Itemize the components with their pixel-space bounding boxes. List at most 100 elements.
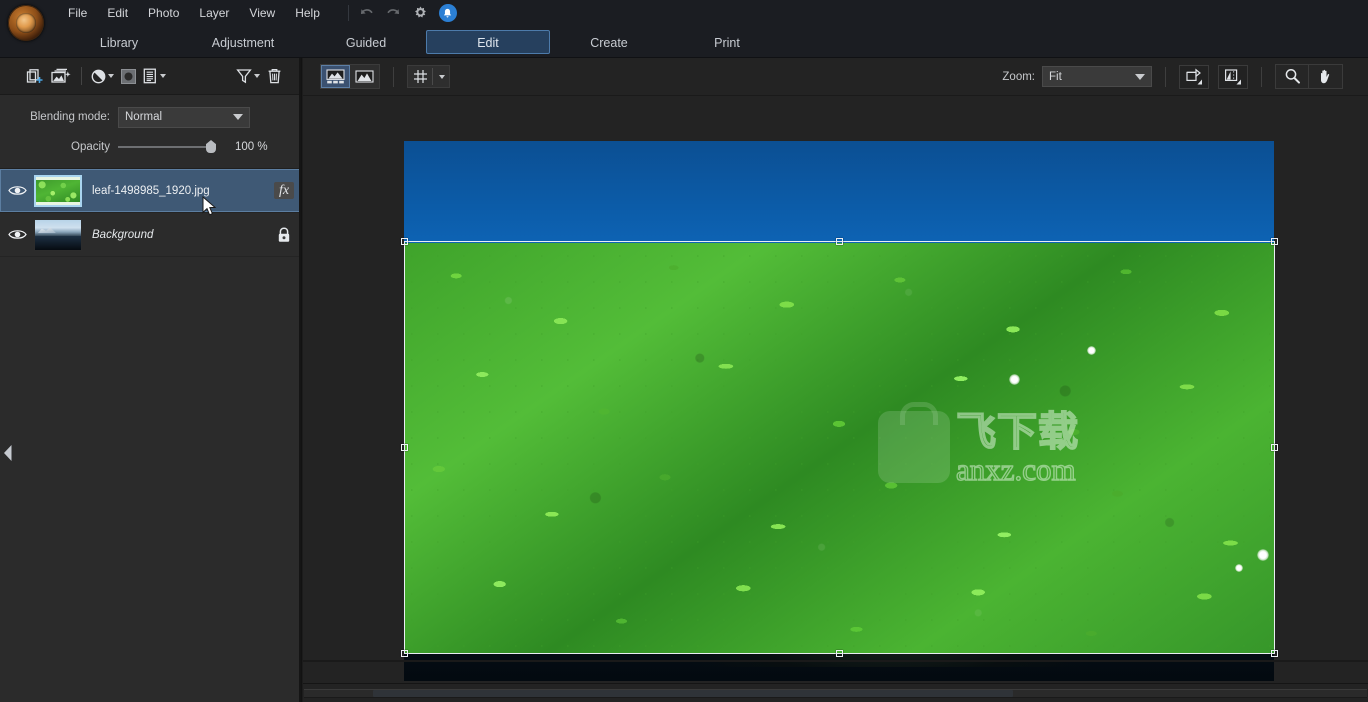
logo-hand-glyph-icon <box>18 15 31 28</box>
chevron-down-icon <box>107 74 114 78</box>
blending-mode-select[interactable]: Normal <box>118 106 250 128</box>
opacity-slider[interactable] <box>118 140 216 153</box>
layer-mask-icon[interactable] <box>115 64 141 88</box>
leaf-texture-overlay <box>404 242 1274 655</box>
layer-name-background: Background <box>92 228 154 241</box>
opacity-value: 100 % <box>235 141 268 153</box>
rotate-glyph-icon <box>1186 68 1202 85</box>
tab-create[interactable]: Create <box>550 30 668 54</box>
hand-pan-icon[interactable] <box>1309 65 1342 88</box>
chevron-down-icon <box>1135 73 1145 80</box>
layer-row-leaf[interactable]: leaf-1498985_1920.jpg fx <box>0 169 301 213</box>
view-mode-group <box>320 64 380 89</box>
delete-layer-icon[interactable] <box>261 64 287 88</box>
menu-bar: File Edit Photo Layer View Help <box>0 0 1368 26</box>
tab-edit[interactable]: Edit <box>426 29 550 54</box>
chevron-down-icon <box>439 74 445 79</box>
scrollbar-thumb[interactable] <box>373 690 1013 697</box>
zoom-value: Fit <box>1049 70 1062 83</box>
module-tabs: Library Adjustment Guided Edit Create Pr… <box>58 29 786 54</box>
panel-right-divider <box>299 58 301 702</box>
canvas-toolbar: Zoom: Fit <box>303 58 1368 96</box>
tab-guided[interactable]: Guided <box>306 30 426 54</box>
toolbar-divider-2 <box>393 66 394 87</box>
add-layer-icon[interactable] <box>22 64 48 88</box>
navigation-tool-group <box>1275 64 1343 89</box>
menu-items: File Edit Photo Layer View Help <box>58 0 330 26</box>
blending-mode-value: Normal <box>125 111 163 123</box>
layer-row-background[interactable]: Background <box>0 213 301 257</box>
photo-layer-glyph-icon <box>51 68 71 83</box>
opacity-slider-handle[interactable] <box>206 140 216 153</box>
toolbar-divider-3 <box>1165 66 1166 87</box>
tab-print[interactable]: Print <box>668 30 786 54</box>
adjustment-layer-icon[interactable] <box>89 64 115 88</box>
notification-bell-icon[interactable] <box>438 4 457 22</box>
photodirector-window: File Edit Photo Layer View Help Library … <box>0 0 1368 702</box>
module-tab-bar: Library Adjustment Guided Edit Create Pr… <box>0 26 1368 58</box>
eye-glyph-icon <box>7 186 27 195</box>
single-view-glyph-icon <box>355 70 374 83</box>
bell-glyph-icon <box>444 8 452 18</box>
layer-options-icon[interactable] <box>141 64 167 88</box>
white-flower-4 <box>1234 563 1243 572</box>
single-view-icon[interactable] <box>350 65 379 88</box>
eye-visibility-icon[interactable] <box>0 228 34 241</box>
lock-icon[interactable] <box>277 226 291 243</box>
menu-help[interactable]: Help <box>285 2 330 24</box>
eye-visibility-icon[interactable] <box>0 184 34 197</box>
magnifier-glyph-icon <box>1285 69 1300 84</box>
add-photo-layer-icon[interactable] <box>48 64 74 88</box>
filter-layers-icon[interactable] <box>235 64 261 88</box>
menu-view[interactable]: View <box>239 2 285 24</box>
compare-view-glyph-icon <box>326 69 345 84</box>
compare-view-icon[interactable] <box>321 65 350 88</box>
menu-edit[interactable]: Edit <box>97 2 138 24</box>
toolbar-divider-4 <box>1261 66 1262 87</box>
blending-mode-row: Blending mode: Normal <box>0 103 301 131</box>
zoom-select[interactable]: Fit <box>1042 66 1152 87</box>
gear-icon[interactable] <box>412 5 429 22</box>
tab-adjustment[interactable]: Adjustment <box>180 30 306 54</box>
chevron-down-icon <box>233 114 243 120</box>
crop-tool-icon[interactable] <box>1218 64 1248 89</box>
collapse-triangle-glyph-icon <box>4 445 12 461</box>
list-glyph-icon <box>143 68 156 84</box>
menubar-divider <box>347 5 349 21</box>
zoom-magnifier-icon[interactable] <box>1276 65 1309 88</box>
layers-toolbar <box>0 58 301 95</box>
leaf-layer-image <box>404 242 1274 655</box>
white-flower-3 <box>1256 549 1269 562</box>
opacity-label: Opacity <box>71 141 110 153</box>
grid-glyph-icon <box>414 70 427 83</box>
mask-glyph-icon <box>120 68 136 84</box>
layer-effects-badge[interactable]: fx <box>273 182 295 199</box>
image-viewport[interactable]: 飞下载 anxz.com <box>303 96 1368 681</box>
layer-badge-wrap <box>267 226 301 243</box>
layer-list: leaf-1498985_1920.jpg fx Background <box>0 168 301 257</box>
redo-icon[interactable] <box>385 5 402 22</box>
grid-button-divider <box>432 68 433 85</box>
add-layer-glyph-icon <box>26 68 43 83</box>
leaf-thumbnail-image <box>36 176 80 205</box>
tab-library[interactable]: Library <box>58 30 180 54</box>
rotate-tool-icon[interactable] <box>1179 64 1209 89</box>
trash-glyph-icon <box>268 69 280 84</box>
menubar-icon-group <box>358 4 457 22</box>
funnel-glyph-icon <box>236 69 252 84</box>
undo-icon[interactable] <box>358 5 375 22</box>
grid-overlay-icon[interactable] <box>407 65 450 88</box>
canvas-horizontal-scrollbar[interactable] <box>303 683 1368 702</box>
menu-layer[interactable]: Layer <box>189 2 239 24</box>
viewport-bottom-edge <box>303 660 1368 662</box>
layer-name-leaf: leaf-1498985_1920.jpg <box>92 184 210 197</box>
photodirector-logo-icon <box>8 5 44 41</box>
chevron-down-icon <box>254 74 260 78</box>
white-flower-1 <box>1086 345 1096 355</box>
chevron-down-icon <box>159 74 166 78</box>
half-circle-glyph-icon <box>91 69 105 83</box>
menu-photo[interactable]: Photo <box>138 2 189 24</box>
eye-glyph-icon <box>7 230 27 239</box>
menu-file[interactable]: File <box>58 2 97 24</box>
panel-collapse-arrow-icon[interactable] <box>2 443 14 463</box>
